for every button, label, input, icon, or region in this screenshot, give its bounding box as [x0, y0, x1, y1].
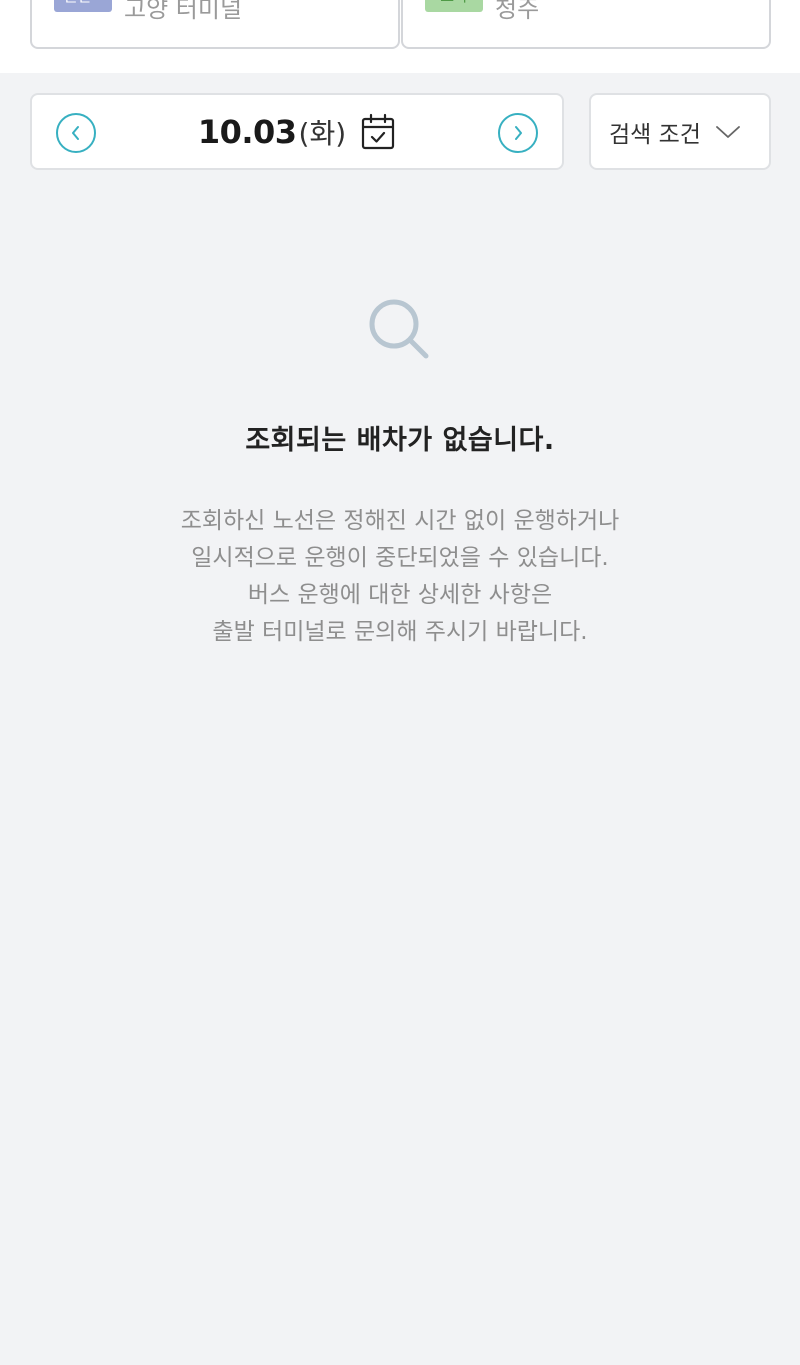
chevron-down-icon — [716, 125, 740, 138]
description-line: 일시적으로 운행이 중단되었을 수 있습니다. — [191, 545, 609, 571]
empty-state-description: 조회하신 노선은 정해진 시간 없이 운행하거나 일시적으로 운행이 중단되었을… — [181, 503, 620, 651]
arrival-terminal-name: 청주 — [495, 0, 540, 23]
next-date-button[interactable] — [498, 113, 538, 153]
departure-terminal-card[interactable]: 출발 고양 터미널 — [30, 0, 400, 49]
current-date[interactable]: 10.03 (화) — [32, 95, 562, 168]
search-filter-label: 검색 조건 — [609, 121, 701, 148]
empty-state-title: 조회되는 배차가 없습니다. — [245, 425, 555, 456]
arrival-badge: 도착 — [425, 0, 483, 12]
description-line: 출발 터미널로 문의해 주시기 바랍니다. — [212, 619, 588, 645]
search-icon — [369, 299, 429, 359]
empty-state: 조회되는 배차가 없습니다. 조회하신 노선은 정해진 시간 없이 운행하거나 … — [0, 296, 800, 651]
calendar-icon[interactable] — [360, 112, 396, 152]
date-value: 10.03 — [197, 112, 297, 151]
date-selector: 10.03 (화) — [30, 93, 564, 170]
departure-terminal-name: 고양 터미널 — [124, 0, 243, 23]
arrival-terminal-card[interactable]: 도착 청주 — [401, 0, 771, 49]
chevron-right-icon — [515, 126, 522, 140]
description-line: 조회하신 노선은 정해진 시간 없이 운행하거나 — [180, 508, 620, 534]
departure-badge: 출발 — [54, 0, 112, 12]
search-filter-dropdown[interactable]: 검색 조건 — [589, 93, 771, 170]
description-line: 버스 운행에 대한 상세한 사항은 — [247, 582, 553, 608]
weekday-value: (화) — [298, 116, 347, 150]
route-header: 출발 고양 터미널 도착 청주 — [0, 0, 800, 73]
